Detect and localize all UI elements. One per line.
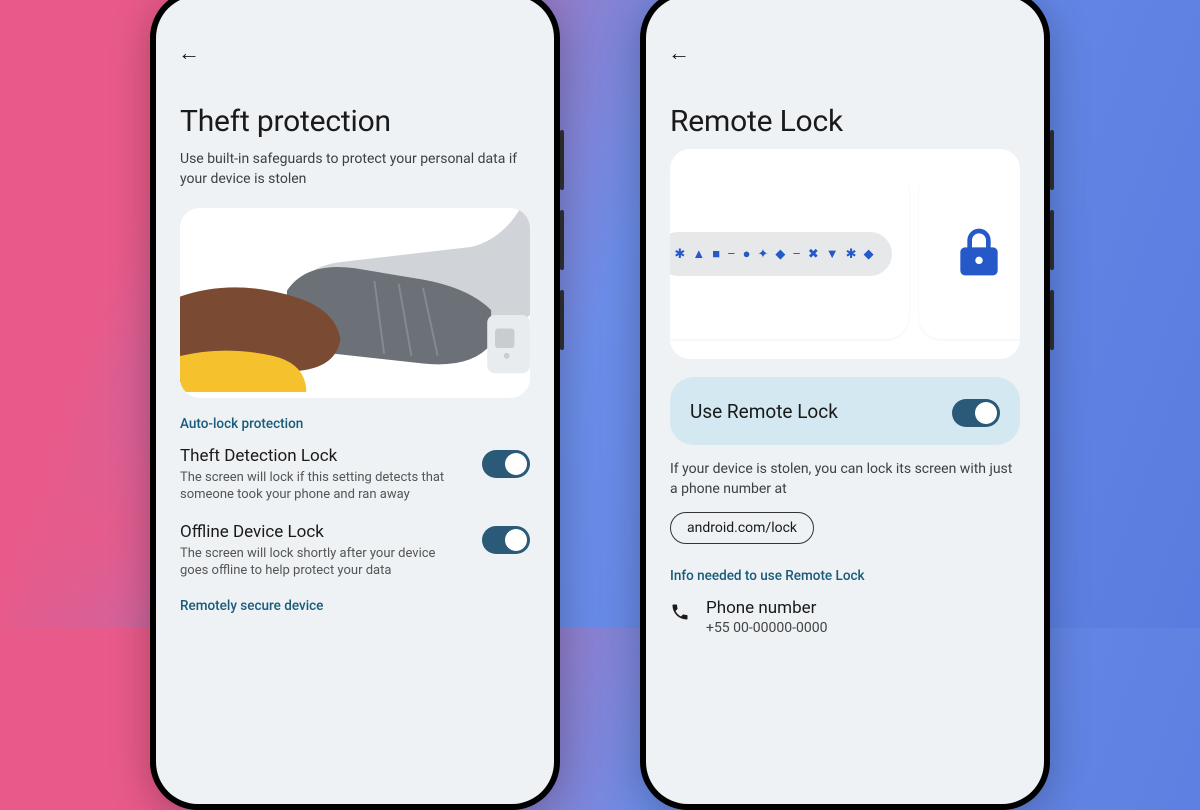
lock-icon bbox=[951, 224, 1007, 284]
illustration-card: ✱ ▲ ■ – ● ✦ ◆ – ✖ ▼ ✱ ◆ bbox=[670, 149, 1020, 359]
toggle-use-remote-lock-row[interactable]: Use Remote Lock bbox=[670, 377, 1020, 445]
glyph-icon: ▲ bbox=[692, 246, 705, 262]
page-title: Remote Lock bbox=[670, 104, 1020, 139]
top-app-bar: ← bbox=[646, 30, 1044, 72]
section-label-info: Info needed to use Remote Lock bbox=[670, 568, 1020, 584]
page-subtitle: Use built-in safeguards to protect your … bbox=[180, 149, 520, 190]
back-arrow-icon[interactable]: ← bbox=[174, 34, 204, 72]
glyph-icon: ✦ bbox=[757, 247, 768, 262]
toggle-label: Use Remote Lock bbox=[690, 400, 838, 423]
glyph-icon: ◆ bbox=[775, 247, 785, 262]
illustration-card bbox=[180, 208, 530, 398]
toggle-offline-lock[interactable] bbox=[482, 526, 530, 554]
setting-title: Offline Device Lock bbox=[180, 522, 460, 542]
status-bar bbox=[646, 0, 1044, 30]
info-text: Phone number +55 00-00000-0000 bbox=[706, 598, 827, 636]
glyph-icon: – bbox=[792, 247, 801, 262]
setting-subtitle: The screen will lock shortly after your … bbox=[180, 545, 460, 580]
lock-card bbox=[919, 169, 1020, 339]
glyph-icon: – bbox=[727, 247, 736, 262]
page-title: Theft protection bbox=[180, 104, 530, 139]
section-label-autolock: Auto-lock protection bbox=[180, 416, 530, 432]
screen-right: ← Remote Lock ✱ ▲ ■ – ● ✦ ◆ – ✖ ▼ bbox=[646, 0, 1044, 804]
content-area: Remote Lock ✱ ▲ ■ – ● ✦ ◆ – ✖ ▼ ✱ bbox=[646, 72, 1044, 636]
theft-illustration bbox=[180, 208, 530, 393]
setting-text: Offline Device Lock The screen will lock… bbox=[180, 522, 460, 580]
keyboard-card: ✱ ▲ ■ – ● ✦ ◆ – ✖ ▼ ✱ ◆ bbox=[670, 169, 909, 339]
description-text: If your device is stolen, you can lock i… bbox=[670, 459, 1020, 500]
link-remotely-secure[interactable]: Remotely secure device bbox=[180, 598, 530, 614]
glyph-icon: ◆ bbox=[864, 247, 874, 262]
top-app-bar: ← bbox=[156, 30, 554, 72]
glyph-icon: ✖ bbox=[808, 247, 819, 262]
toggle-theft-detection[interactable] bbox=[482, 450, 530, 478]
setting-offline-lock[interactable]: Offline Device Lock The screen will lock… bbox=[180, 522, 530, 580]
url-chip[interactable]: android.com/lock bbox=[670, 512, 814, 544]
phone-icon bbox=[670, 602, 690, 627]
back-arrow-icon[interactable]: ← bbox=[664, 34, 694, 72]
glyph-icon: ✱ bbox=[674, 247, 685, 262]
setting-theft-detection[interactable]: Theft Detection Lock The screen will loc… bbox=[180, 446, 530, 504]
toggle-use-remote-lock[interactable] bbox=[952, 399, 1000, 427]
glyph-icon: ■ bbox=[712, 246, 720, 262]
glyph-icon: ▼ bbox=[826, 246, 839, 262]
glyph-icon: ● bbox=[743, 246, 751, 262]
phone-left: ← Theft protection Use built-in safeguar… bbox=[150, 0, 560, 810]
setting-subtitle: The screen will lock if this setting det… bbox=[180, 469, 460, 504]
info-title: Phone number bbox=[706, 598, 827, 618]
setting-text: Theft Detection Lock The screen will loc… bbox=[180, 446, 460, 504]
setting-title: Theft Detection Lock bbox=[180, 446, 460, 466]
glyph-icon: ✱ bbox=[846, 247, 857, 262]
content-area: Theft protection Use built-in safeguards… bbox=[156, 72, 554, 614]
info-row-phone-number[interactable]: Phone number +55 00-00000-0000 bbox=[670, 598, 1020, 636]
phone-right: ← Remote Lock ✱ ▲ ■ – ● ✦ ◆ – ✖ ▼ bbox=[640, 0, 1050, 810]
status-bar bbox=[156, 0, 554, 30]
password-pill: ✱ ▲ ■ – ● ✦ ◆ – ✖ ▼ ✱ ◆ bbox=[670, 232, 892, 276]
screen-left: ← Theft protection Use built-in safeguar… bbox=[156, 0, 554, 804]
